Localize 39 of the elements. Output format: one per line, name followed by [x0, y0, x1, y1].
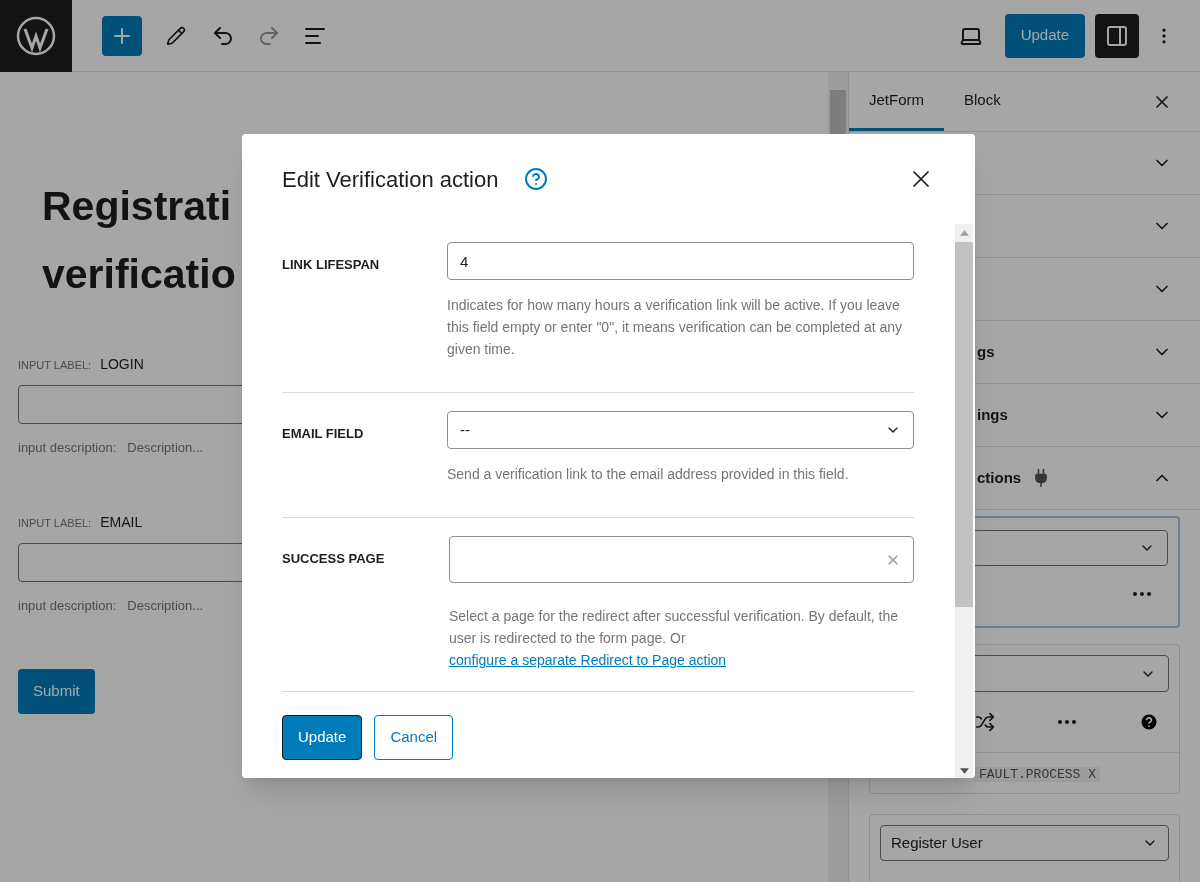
- input-label-caption: INPUT LABEL:: [18, 358, 92, 373]
- panel-title: ctions: [977, 467, 1022, 488]
- page-title: verificatio: [42, 250, 236, 299]
- action-card[interactable]: Register User: [869, 814, 1180, 882]
- sidebar-icon: [1105, 23, 1129, 48]
- description-placeholder[interactable]: Description...: [127, 595, 204, 615]
- sidebar-tab[interactable]: JetForm: [849, 72, 944, 131]
- event-tag: FAULT.PROCESS X: [975, 767, 1101, 782]
- update-button[interactable]: Update: [282, 715, 363, 760]
- help-icon[interactable]: [524, 167, 549, 191]
- pencil-icon[interactable]: [166, 25, 186, 46]
- sidebar-tab[interactable]: Block: [944, 72, 1021, 131]
- field-label: LINK LIFESPAN: [282, 257, 380, 272]
- field-label: SUCCESS PAGE: [282, 551, 385, 566]
- modal-scrollbar[interactable]: [955, 224, 973, 778]
- settings-toggle-button[interactable]: [1095, 13, 1139, 58]
- input-label-caption: INPUT LABEL:: [18, 515, 92, 531]
- panel-title: ings: [977, 404, 1008, 425]
- add-block-button[interactable]: [102, 15, 142, 56]
- input-label[interactable]: LOGIN: [100, 354, 144, 375]
- redirect-link[interactable]: configure a separate Redirect to Page action: [449, 652, 727, 668]
- page-title: Registrati: [42, 182, 232, 231]
- submit-button[interactable]: Submit: [18, 669, 95, 714]
- panel-title: gs: [977, 341, 995, 362]
- modal-title: Edit Verification action: [282, 165, 499, 194]
- cancel-button[interactable]: Cancel: [374, 715, 454, 760]
- lifespan-input[interactable]: 4: [447, 242, 914, 280]
- input-description-caption: input description:: [18, 439, 117, 457]
- wordpress-logo-icon[interactable]: [0, 0, 72, 72]
- help-text: Send a verification link to the email address provided in this field.: [447, 465, 850, 484]
- shuffle-icon[interactable]: [975, 712, 995, 732]
- email-field-select[interactable]: --: [447, 411, 914, 449]
- update-button[interactable]: Update: [1004, 13, 1085, 58]
- input-description-caption: input description:: [18, 596, 117, 615]
- field-label: EMAIL FIELD: [282, 426, 364, 441]
- action-select[interactable]: Register User: [880, 825, 1169, 861]
- input-label[interactable]: EMAIL: [100, 511, 143, 533]
- description-placeholder[interactable]: Description...: [127, 438, 204, 458]
- scroll-down-icon[interactable]: [959, 768, 969, 774]
